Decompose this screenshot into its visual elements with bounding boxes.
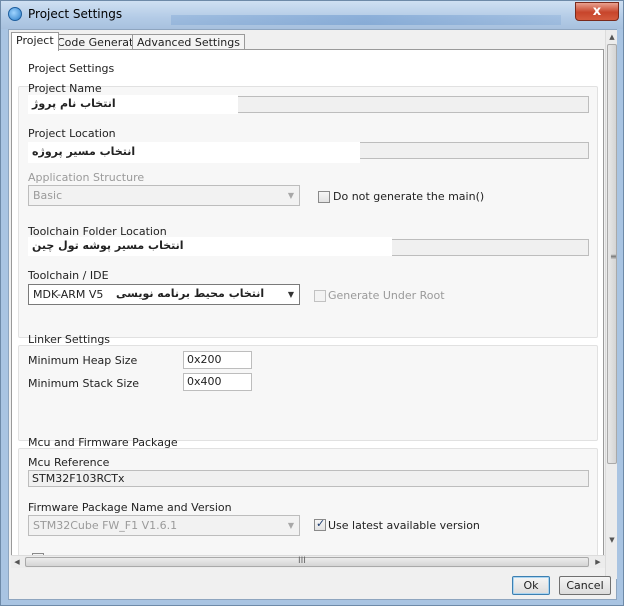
project-settings-window: Project Settings x Project Code Generato… <box>0 0 624 606</box>
grip-icon: III <box>298 556 306 566</box>
ok-button[interactable]: Ok <box>512 576 550 595</box>
vertical-scroll-thumb[interactable]: ≡ <box>607 44 617 464</box>
horizontal-scroll-thumb[interactable]: III <box>25 556 589 567</box>
cancel-button[interactable]: Cancel <box>559 576 611 595</box>
firmware-package-select[interactable]: STM32Cube FW_F1 V1.6.1 ▼ <box>28 515 300 536</box>
toolchain-ide-annotation: انتخاب محیط برنامه نویسی <box>116 287 265 300</box>
linker-settings-group-title: Linker Settings <box>28 333 111 346</box>
toolchain-ide-label: Toolchain / IDE <box>28 269 109 282</box>
min-stack-input[interactable]: 0x400 <box>183 373 252 391</box>
firmware-package-value: STM32Cube FW_F1 V1.6.1 <box>33 519 178 532</box>
horizontal-scrollbar[interactable]: ◀ III ▶ <box>11 555 605 568</box>
title-bar[interactable]: Project Settings x <box>1 1 623 29</box>
close-button[interactable]: x <box>575 2 619 21</box>
toolchain-ide-value: MDK-ARM V5 <box>33 288 104 301</box>
min-heap-label: Minimum Heap Size <box>28 354 138 367</box>
app-icon <box>8 7 22 21</box>
title-bar-decoration <box>171 15 561 25</box>
do-not-generate-main-checkbox[interactable] <box>318 191 330 203</box>
application-structure-select[interactable]: Basic ▼ <box>28 185 300 206</box>
project-location-label: Project Location <box>28 127 116 140</box>
toolchain-folder-annotation: انتخاب مسیر پوشه تول چین <box>28 237 392 256</box>
generate-under-root-label: Generate Under Root <box>328 289 445 302</box>
window-title: Project Settings <box>28 7 123 21</box>
do-not-generate-main-label: Do not generate the main() <box>333 190 485 203</box>
scroll-up-icon[interactable]: ▲ <box>606 30 618 44</box>
use-latest-version-label: Use latest available version <box>328 519 480 532</box>
scroll-right-icon[interactable]: ▶ <box>592 556 604 568</box>
generate-under-root-checkbox[interactable] <box>314 290 326 302</box>
project-settings-group-title: Project Settings <box>28 62 115 75</box>
application-structure-value: Basic <box>33 189 63 202</box>
vertical-scrollbar[interactable]: ▲ ≡ ▼ <box>605 30 617 579</box>
project-location-annotation: انتخاب مسیر پروژه <box>28 142 360 163</box>
chevron-down-icon: ▼ <box>287 290 295 299</box>
checkmark-icon: ✓ <box>316 517 326 530</box>
mcu-firmware-group-title: Mcu and Firmware Package <box>28 436 178 449</box>
mcu-reference-field[interactable]: STM32F103RCTx <box>28 470 589 487</box>
project-name-label: Project Name <box>28 82 102 95</box>
tab-project[interactable]: Project <box>11 32 59 51</box>
mcu-reference-label: Mcu Reference <box>28 456 110 469</box>
chevron-down-icon: ▼ <box>287 191 295 200</box>
project-name-annotation: انتخاب نام پروژ <box>28 95 238 114</box>
min-heap-input[interactable]: 0x200 <box>183 351 252 369</box>
application-structure-label: Application Structure <box>28 171 145 184</box>
dialog-client-area: Project Code Generator Advanced Settings… <box>8 29 617 600</box>
scroll-down-icon[interactable]: ▼ <box>606 533 618 547</box>
project-tab-panel: Project Settings Project Name انتخاب نام… <box>11 49 604 566</box>
grip-icon: ≡ <box>610 252 617 261</box>
tab-advanced-settings[interactable]: Advanced Settings <box>132 34 245 50</box>
scroll-left-icon[interactable]: ◀ <box>11 556 23 568</box>
min-stack-label: Minimum Stack Size <box>28 377 140 390</box>
firmware-package-label: Firmware Package Name and Version <box>28 501 232 514</box>
chevron-down-icon: ▼ <box>287 521 295 530</box>
use-latest-version-checkbox[interactable]: ✓ <box>314 517 326 531</box>
